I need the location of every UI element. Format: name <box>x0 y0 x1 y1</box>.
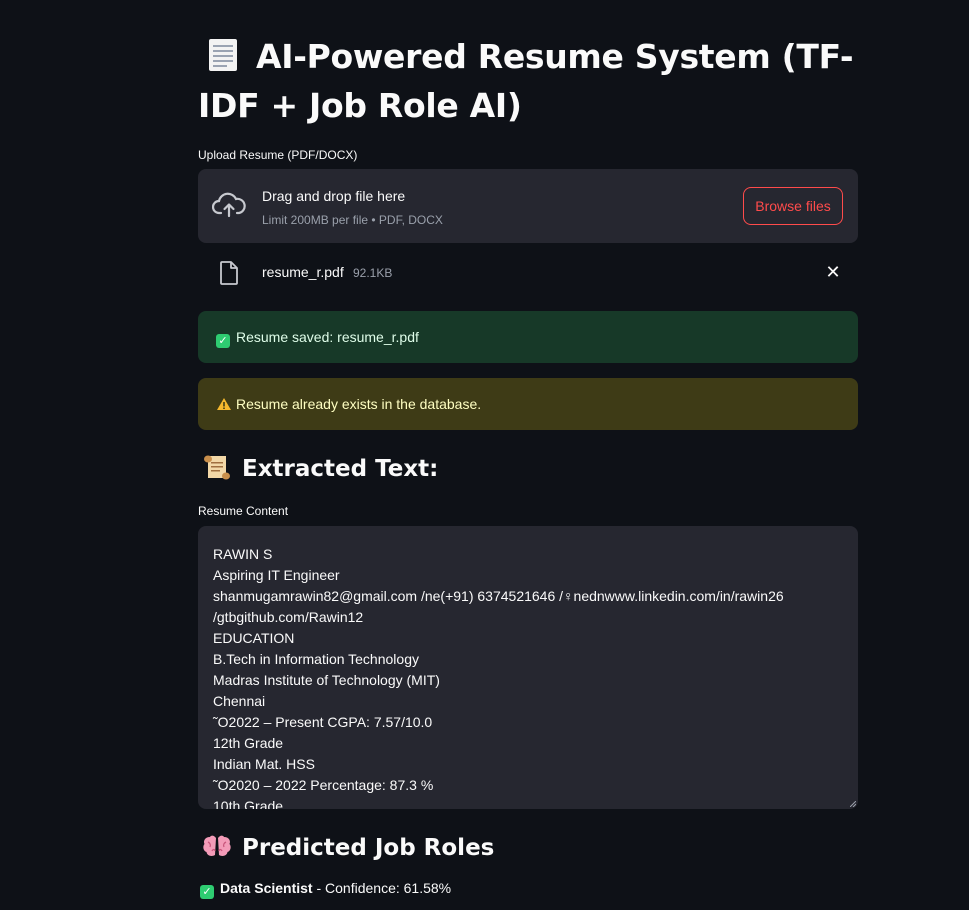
predicted-role-item: ✓ Data Scientist - Confidence: 61.58% <box>200 880 451 899</box>
uploaded-file-name: resume_r.pdf <box>262 264 344 280</box>
resume-line: 10th Grade <box>213 798 284 809</box>
resume-line: B.Tech in Information Technology <box>213 651 419 667</box>
file-dropzone[interactable]: Drag and drop file here Limit 200MB per … <box>198 169 858 243</box>
cloud-upload-icon <box>212 192 246 218</box>
page-title: AI-Powered Resume System (TF-IDF + Job R… <box>198 32 858 130</box>
resume-line: RAWIN S <box>213 546 273 562</box>
resume-line: Madras Institute of Technology (MIT) <box>213 672 440 688</box>
resume-content-textarea[interactable]: RAWIN S Aspiring IT Engineer shanmugamra… <box>198 526 858 809</box>
scroll-icon <box>204 455 230 480</box>
browse-files-button[interactable]: Browse files <box>743 187 843 225</box>
resume-line: 12th Grade <box>213 735 284 751</box>
success-alert: ✓ Resume saved: resume_r.pdf <box>198 311 858 363</box>
resume-line: Chennai <box>213 693 266 709</box>
resume-line: Aspiring IT Engineer <box>213 567 340 583</box>
warning-alert: Resume already exists in the database. <box>198 378 858 430</box>
warning-icon <box>217 398 231 410</box>
resume-line: ˜O2020 – 2022 Percentage: 87.3 % <box>213 777 434 793</box>
resume-line: Indian Mat. HSS <box>213 756 315 772</box>
file-icon <box>220 261 238 285</box>
resume-content-label: Resume Content <box>198 504 289 518</box>
resume-line: shanmugamrawin82@gmail.com /ne(+91) 6374… <box>213 588 784 604</box>
predicted-role-confidence: - Confidence: 61.58% <box>312 880 452 896</box>
resume-line: /gtbgithub.com/Rawin12 <box>213 609 364 625</box>
check-mark-icon: ✓ <box>216 334 230 348</box>
page-title-text: AI-Powered Resume System (TF-IDF + Job R… <box>198 37 854 125</box>
dropzone-limit-text: Limit 200MB per file • PDF, DOCX <box>262 213 443 227</box>
warning-alert-text: Resume already exists in the database. <box>236 396 482 412</box>
extracted-text-heading-text: Extracted Text: <box>242 456 439 482</box>
page-document-icon <box>209 39 237 71</box>
upload-label: Upload Resume (PDF/DOCX) <box>198 148 358 162</box>
extracted-text-heading: Extracted Text: <box>198 453 858 485</box>
brain-icon <box>203 835 231 856</box>
resize-handle-icon[interactable] <box>850 801 856 807</box>
remove-file-close-icon[interactable]: ✕ <box>824 262 842 284</box>
success-alert-text: Resume saved: resume_r.pdf <box>236 329 419 345</box>
predicted-role-name: Data Scientist <box>220 880 313 896</box>
uploaded-file-row: resume_r.pdf 92.1KB ✕ <box>198 258 858 290</box>
resume-line: EDUCATION <box>213 630 295 646</box>
check-mark-icon: ✓ <box>200 885 214 899</box>
dropzone-title: Drag and drop file here <box>262 188 406 204</box>
uploaded-file-size: 92.1KB <box>353 266 393 280</box>
resume-line: ˜O2022 – Present CGPA: 7.57/10.0 <box>213 714 433 730</box>
predicted-roles-heading: Predicted Job Roles <box>198 832 858 864</box>
predicted-roles-heading-text: Predicted Job Roles <box>242 835 495 861</box>
